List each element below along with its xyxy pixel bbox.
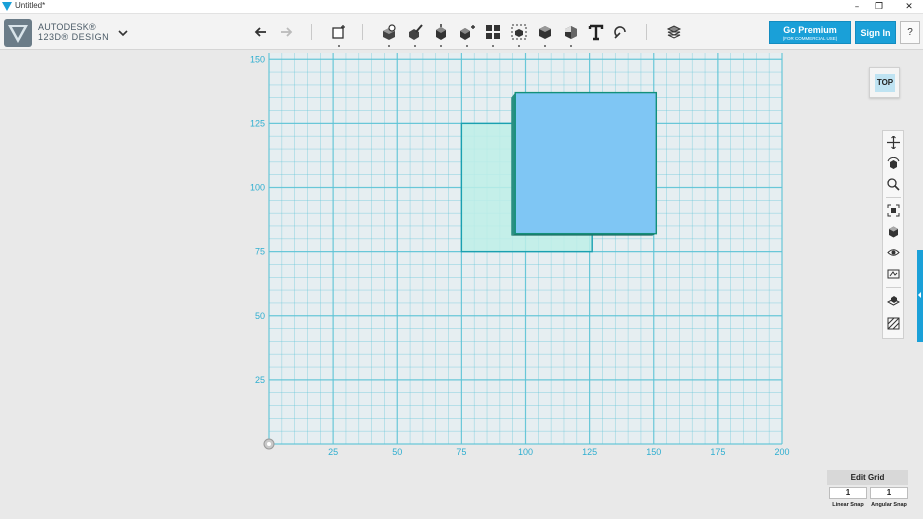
window-titlebar: Untitled* – ❐ ✕	[0, 0, 923, 14]
pan-icon[interactable]	[885, 134, 902, 151]
toolbar-divider	[362, 24, 363, 40]
redo-icon[interactable]	[275, 21, 297, 43]
toolbar-divider	[646, 24, 647, 40]
workplane-grid[interactable]: 25 50 75 100 125 150 175 200 25 50 75 100 125 150	[0, 51, 923, 519]
origin-icon	[263, 438, 275, 450]
minimize-icon[interactable]: –	[846, 0, 868, 14]
edit-grid-button[interactable]: Edit Grid	[827, 470, 908, 485]
materials-outlines-icon[interactable]	[885, 265, 902, 282]
fit-icon[interactable]	[885, 202, 902, 219]
y-tick-label: 150	[250, 54, 265, 64]
sketch-icon[interactable]	[378, 21, 400, 47]
angular-snap-label: Angular Snap	[871, 502, 907, 508]
sign-in-button[interactable]: Sign In	[855, 21, 896, 44]
x-tick-label: 200	[774, 447, 789, 457]
view-mode-icon[interactable]	[885, 223, 902, 240]
hide-grid-icon[interactable]	[885, 292, 902, 309]
chevron-down-icon[interactable]	[116, 26, 130, 40]
pattern-icon[interactable]	[456, 21, 478, 47]
close-icon[interactable]: ✕	[898, 0, 920, 14]
y-tick-label: 50	[255, 311, 265, 321]
y-tick-label: 75	[255, 247, 265, 257]
layers-icon[interactable]	[663, 21, 685, 43]
visibility-icon[interactable]	[885, 244, 902, 261]
settings-icon[interactable]	[885, 315, 902, 332]
modify-icon[interactable]	[430, 21, 452, 47]
y-tick-label: 100	[250, 183, 265, 193]
y-tick-label: 25	[255, 375, 265, 385]
navigation-bar	[882, 130, 904, 339]
grouping-icon[interactable]	[482, 21, 504, 47]
material-icon[interactable]	[560, 21, 582, 47]
measure-icon[interactable]	[534, 21, 556, 47]
toolbar-divider	[311, 24, 312, 40]
x-tick-label: 50	[392, 447, 402, 457]
zoom-icon[interactable]	[885, 176, 902, 193]
logo-icon	[4, 19, 32, 47]
x-tick-label: 100	[518, 447, 533, 457]
app-icon	[2, 2, 12, 11]
product-name: 123D® DESIGN	[38, 32, 110, 42]
brand-name: AUTODESK®	[38, 22, 96, 32]
view-cube[interactable]: TOP	[869, 67, 900, 98]
app-header: AUTODESK® 123D® DESIGN Go Premium (FOR C…	[0, 14, 923, 50]
3d-viewport[interactable]: 25 50 75 100 125 150 175 200 25 50 75 100 125 150	[0, 51, 923, 519]
primitives-icon[interactable]	[328, 21, 350, 47]
window-title: Untitled*	[15, 1, 46, 10]
orbit-icon[interactable]	[885, 155, 902, 172]
side-panel-toggle[interactable]	[917, 250, 923, 342]
go-premium-button[interactable]: Go Premium (FOR COMMERCIAL USE)	[769, 21, 851, 44]
y-tick-label: 125	[250, 118, 265, 128]
construct-icon[interactable]	[404, 21, 426, 47]
x-tick-label: 25	[328, 447, 338, 457]
undo-icon[interactable]	[250, 21, 272, 43]
x-tick-label: 125	[582, 447, 597, 457]
text-icon[interactable]	[585, 21, 607, 43]
linear-snap-input[interactable]: 1	[829, 487, 867, 499]
combine-icon[interactable]	[508, 21, 530, 47]
snap-icon[interactable]	[610, 21, 632, 43]
view-cube-top-face[interactable]: TOP	[875, 74, 895, 92]
box-top-face	[514, 91, 658, 235]
x-tick-label: 175	[710, 447, 725, 457]
restore-icon[interactable]: ❐	[868, 0, 890, 14]
x-tick-label: 150	[646, 447, 661, 457]
help-button[interactable]: ?	[900, 21, 920, 44]
angular-snap-input[interactable]: 1	[870, 487, 908, 499]
x-tick-label: 75	[456, 447, 466, 457]
linear-snap-label: Linear Snap	[832, 502, 864, 508]
box-2	[511, 91, 658, 236]
